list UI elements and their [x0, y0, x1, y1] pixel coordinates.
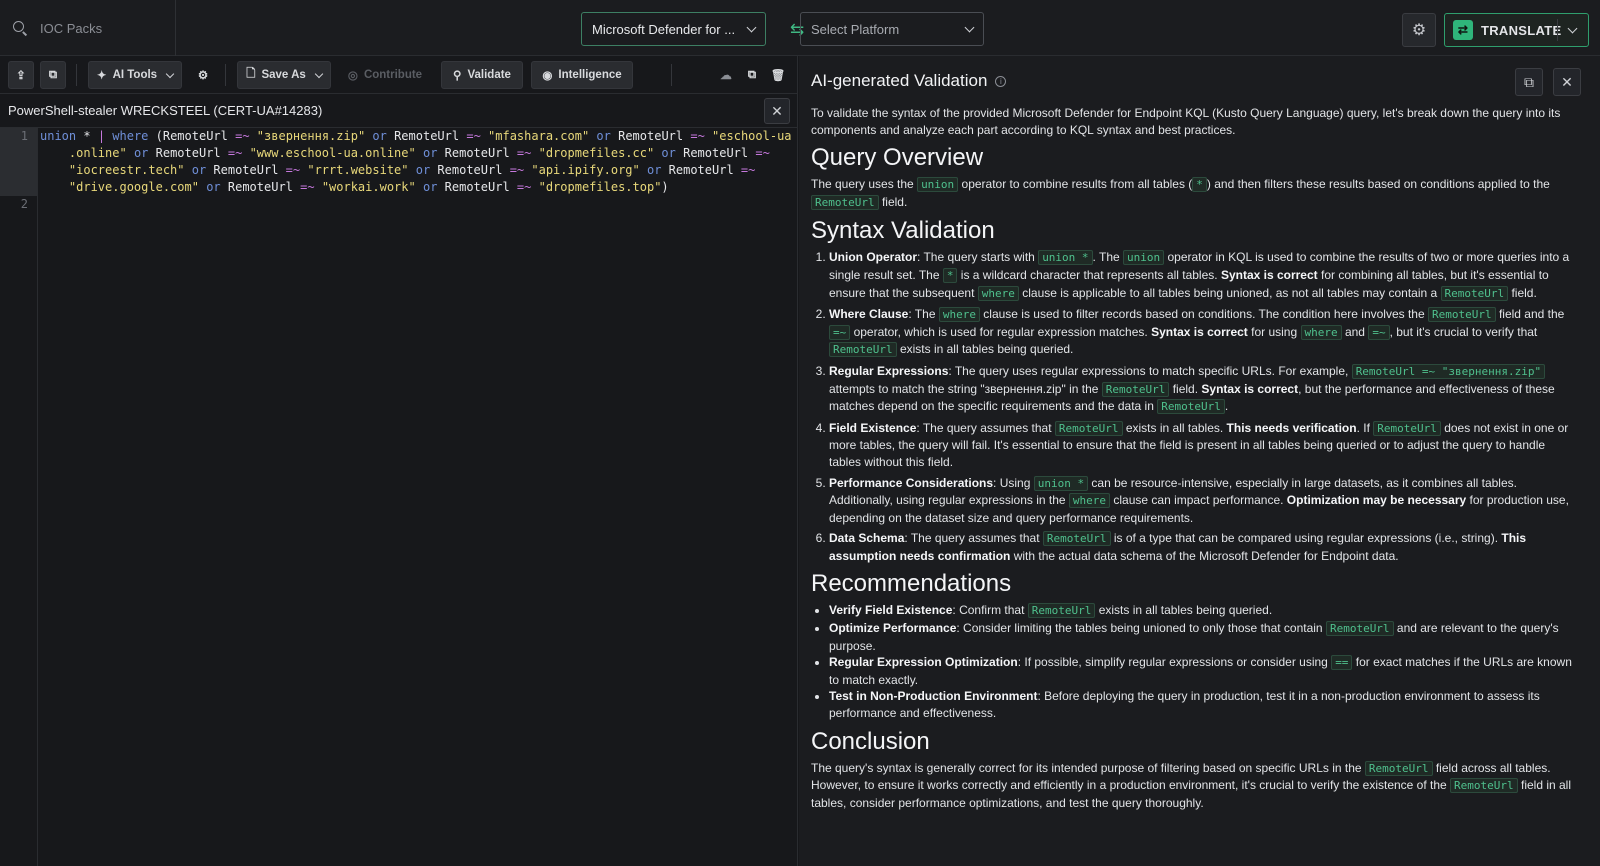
save-as-button[interactable]: 🗋 Save As: [237, 61, 331, 89]
chevron-down-icon: [165, 69, 175, 78]
sparkle-icon: ✦: [96, 70, 107, 82]
chevron-down-icon[interactable]: [1567, 23, 1578, 34]
list-item: Regular Expressions: The query uses regu…: [829, 363, 1580, 416]
settings-button[interactable]: ⚙: [1402, 13, 1436, 47]
delete-button[interactable]: 🗑: [767, 61, 789, 89]
files-icon: ⧉: [48, 68, 58, 81]
ai-tools-label: AI Tools: [112, 69, 158, 81]
cloud-upload-icon: ☁: [720, 70, 732, 82]
code-line: .online" or RemoteUrl =~ "www.eschool-ua…: [40, 146, 770, 160]
validation-content: To validate the syntax of the provided M…: [811, 105, 1580, 811]
chevron-down-icon: [746, 22, 757, 32]
copy-icon: ⧉: [747, 68, 757, 81]
translate-icon: ⇄: [1453, 20, 1473, 40]
syntax-list: Union Operator: The query starts with un…: [829, 249, 1580, 564]
list-item: Where Clause: The where clause is used t…: [829, 306, 1580, 359]
list-item: Test in Non-Production Environment: Befo…: [829, 688, 1580, 721]
close-icon: ✕: [1561, 73, 1573, 90]
source-platform-label: Microsoft Defender for ...: [592, 21, 736, 37]
contribute-label: Contribute: [363, 69, 423, 81]
cloud-upload-button[interactable]: ☁: [715, 61, 737, 89]
info-icon[interactable]: i: [995, 75, 1007, 87]
contribute-icon: ◎: [347, 70, 358, 82]
line-number: 1: [20, 129, 28, 143]
trash-icon: 🗑: [770, 70, 786, 82]
file-plus-icon: 🗋: [246, 67, 256, 80]
copy-button[interactable]: ⧉: [741, 61, 763, 89]
save-as-label: Save As: [261, 69, 306, 81]
list-item: Performance Considerations: Using union …: [829, 475, 1580, 527]
target-platform-select[interactable]: Select Platform: [800, 12, 984, 46]
panel-title: AI-generated Validation: [811, 71, 988, 90]
query-tab: PowerShell-stealer WRECKSTEEL (CERT-UA#1…: [0, 94, 798, 128]
overview-paragraph: The query uses the union operator to com…: [811, 177, 1550, 210]
close-panel-button[interactable]: ✕: [1553, 68, 1581, 96]
section-heading: Query Overview: [811, 144, 984, 172]
ai-tools-button[interactable]: ✦ AI Tools: [88, 61, 182, 89]
intelligence-button[interactable]: ◉ Intelligence: [531, 61, 633, 89]
line-gutter: 1 2: [0, 128, 38, 866]
query-code[interactable]: union * | where (RemoteUrl =~ "звернення…: [40, 128, 796, 196]
validate-icon: ⚲: [453, 70, 462, 82]
intelligence-icon: ◉: [542, 70, 553, 82]
divider: [225, 64, 226, 86]
panel-header: AI-generated Validation i: [811, 70, 1580, 92]
search-input[interactable]: IOC Packs: [40, 21, 102, 36]
copy-files-button[interactable]: ⧉: [40, 61, 66, 89]
close-query-button[interactable]: ✕: [764, 98, 790, 124]
close-icon: ✕: [771, 102, 783, 119]
target-platform-label: Select Platform: [811, 21, 900, 37]
list-item: Field Existence: The query assumes that …: [829, 420, 1580, 471]
code-editor[interactable]: 1 2 union * | where (RemoteUrl =~ "зверн…: [0, 128, 798, 866]
code-line: union * | where (RemoteUrl =~ "звернення…: [40, 129, 792, 143]
list-item: Verify Field Existence: Confirm that Rem…: [829, 602, 1580, 620]
editor-toolbar: ⇪ ⧉ ✦ AI Tools ⚙ 🗋 Save As ◎ Contribute …: [0, 56, 798, 94]
upload-icon: ⇪: [16, 70, 26, 82]
recommendations-list: Verify Field Existence: Confirm that Rem…: [829, 602, 1580, 721]
conclusion-paragraph: The query's syntax is generally correct …: [811, 760, 1572, 810]
source-platform-select[interactable]: Microsoft Defender for ...: [581, 12, 766, 46]
contribute-button[interactable]: ◎ Contribute: [340, 61, 430, 89]
divider: [1557, 19, 1558, 41]
section-heading: Syntax Validation: [811, 217, 995, 245]
search-bar[interactable]: IOC Packs: [0, 0, 176, 56]
divider: [671, 64, 672, 86]
chevron-down-icon: [314, 69, 324, 78]
chevron-down-icon: [964, 22, 975, 32]
list-item: Regular Expression Optimization: If poss…: [829, 654, 1580, 688]
list-item: Optimize Performance: Consider limiting …: [829, 620, 1580, 654]
copy-icon: ⧉: [1524, 73, 1534, 90]
section-heading: Recommendations: [811, 570, 1012, 598]
code-line: "drive.google.com" or RemoteUrl =~ "work…: [68, 180, 669, 194]
line-number: 2: [20, 197, 28, 211]
divider: [76, 64, 77, 86]
translate-label: TRANSLATE: [1481, 22, 1562, 38]
intro-paragraph: To validate the syntax of the provided M…: [811, 106, 1561, 137]
validation-panel: AI-generated Validation i ⧉ ✕ To validat…: [799, 56, 1600, 866]
section-heading: Conclusion: [811, 727, 930, 755]
list-item: Union Operator: The query starts with un…: [829, 249, 1580, 302]
query-title: PowerShell-stealer WRECKSTEEL (CERT-UA#1…: [8, 103, 323, 118]
validate-button[interactable]: ⚲ Validate: [441, 61, 523, 89]
translate-button[interactable]: ⇄ TRANSLATE: [1444, 13, 1589, 47]
validate-label: Validate: [467, 69, 511, 81]
editor-pane: ⇪ ⧉ ✦ AI Tools ⚙ 🗋 Save As ◎ Contribute …: [0, 56, 798, 866]
ai-settings-button[interactable]: ⚙: [190, 61, 216, 89]
top-bar: IOC Packs Microsoft Defender for ... ⇆ S…: [0, 0, 1600, 56]
list-item: Data Schema: The query assumes that Remo…: [829, 530, 1580, 564]
intelligence-label: Intelligence: [558, 69, 622, 81]
copy-validation-button[interactable]: ⧉: [1515, 68, 1543, 96]
search-icon: [12, 20, 28, 36]
code-line: "iocreestr.tech" or RemoteUrl =~ "rrrt.w…: [68, 163, 756, 177]
gear-icon: ⚙: [197, 70, 209, 82]
upload-button[interactable]: ⇪: [8, 61, 34, 89]
gear-icon: ⚙: [1411, 22, 1427, 39]
